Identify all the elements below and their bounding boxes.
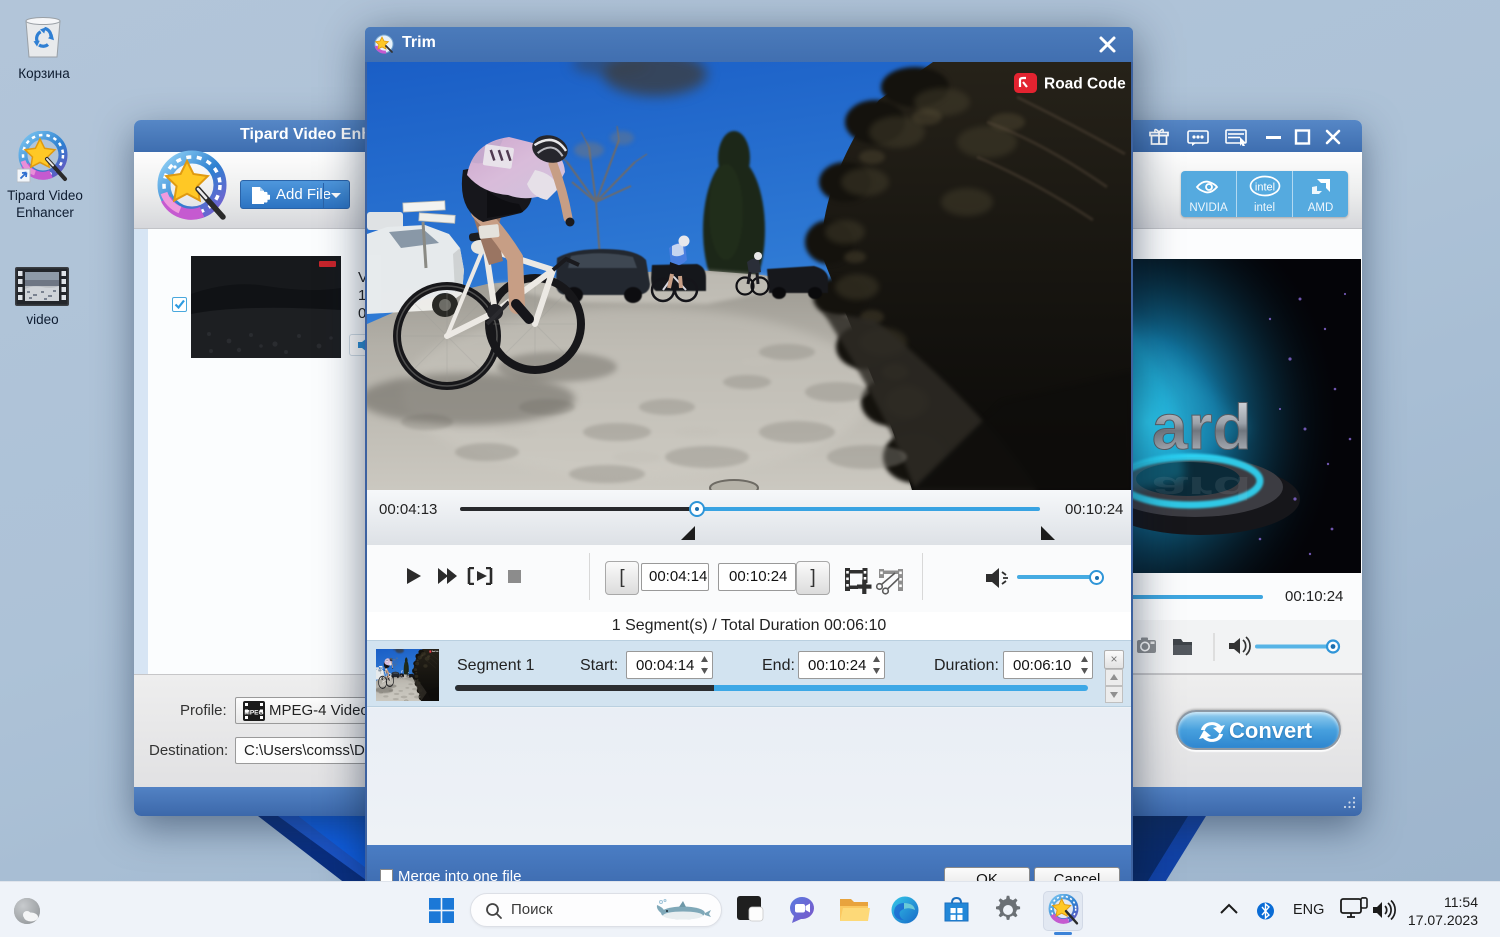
svg-text:ard: ard xyxy=(1152,470,1252,506)
svg-text:intel: intel xyxy=(1255,182,1275,194)
svg-text:MPEG: MPEG xyxy=(244,710,263,717)
svg-text:Road Code: Road Code xyxy=(1044,76,1126,93)
svg-text:ard: ard xyxy=(1152,391,1252,463)
